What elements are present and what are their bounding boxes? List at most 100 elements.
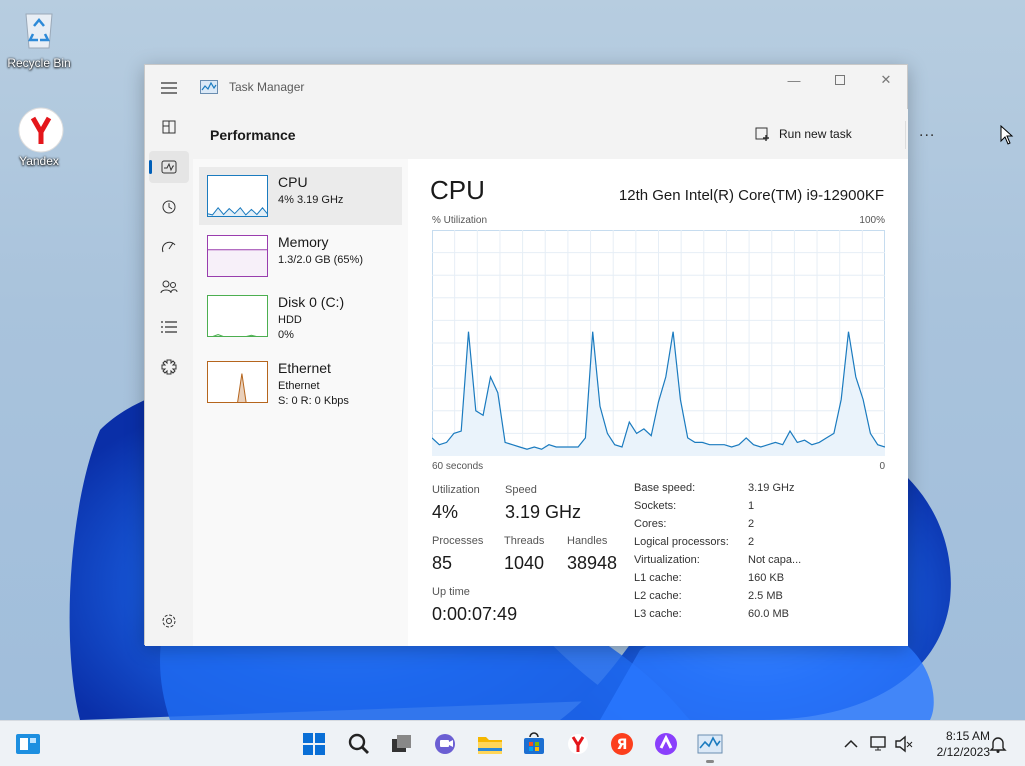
nav-startup-apps[interactable] (149, 231, 189, 263)
desktop-icon-recycle-bin[interactable]: Recycle Bin (0, 8, 78, 70)
spec-value: 3.19 GHz (748, 482, 795, 494)
header-divider (905, 121, 906, 149)
widgets-button[interactable] (15, 731, 41, 757)
perf-item-name: Memory (278, 234, 329, 250)
perf-item-cpu[interactable]: CPU 4% 3.19 GHz (199, 167, 402, 225)
processes-icon (162, 120, 176, 134)
close-button[interactable]: ✕ (863, 65, 909, 95)
perf-item-memory[interactable]: Memory 1.3/2.0 GB (65%) (199, 227, 402, 285)
cpu-thumbnail-graph (207, 175, 268, 217)
cpu-utilization-graph (432, 230, 885, 456)
volume-tray-button[interactable] (891, 731, 917, 757)
alice-button[interactable] (653, 731, 679, 757)
nav-processes[interactable] (149, 111, 189, 143)
teams-chat-icon (435, 734, 455, 754)
spec-value: 1 (748, 500, 755, 512)
search-button[interactable] (346, 731, 372, 757)
network-icon (870, 736, 886, 751)
alice-icon (655, 733, 677, 755)
yandex-browser-icon (17, 106, 64, 153)
handles-label: Handles (567, 535, 608, 547)
notification-bell-icon (989, 737, 1007, 753)
details-icon (161, 321, 177, 333)
task-view-button[interactable] (389, 731, 415, 757)
show-hidden-icons-button[interactable] (838, 731, 864, 757)
startup-apps-icon (161, 241, 176, 253)
spec-value: 2 (748, 518, 755, 530)
spec-key: Cores: (634, 518, 667, 530)
run-new-task-button[interactable]: Run new task (749, 124, 858, 144)
task-manager-icon (697, 734, 723, 754)
minimize-icon: — (787, 72, 801, 88)
perf-item-detail: S: 0 R: 0 Kbps (278, 395, 349, 407)
processes-value: 85 (432, 553, 453, 573)
disk-thumbnail-graph (207, 295, 268, 337)
spec-value: 2 (748, 536, 755, 548)
store-icon (524, 732, 544, 754)
thumb-frame (207, 361, 268, 403)
recycle-bin-icon (17, 8, 61, 52)
spec-key: L3 cache: (634, 608, 682, 620)
y-axis-max-label: 100% (859, 215, 885, 226)
yandex-button[interactable]: Я (609, 731, 635, 757)
store-button[interactable] (521, 731, 547, 757)
spec-value: 160 KB (748, 572, 785, 584)
task-manager-taskbar-button[interactable] (697, 731, 723, 757)
x-axis-left-label: 60 seconds (432, 461, 484, 472)
yandex-icon: Я (611, 733, 633, 755)
network-tray-button[interactable] (866, 731, 892, 757)
perf-item-disk[interactable]: Disk 0 (C:) HDD 0% (199, 287, 402, 345)
nav-performance[interactable] (149, 151, 189, 183)
nav-users[interactable] (149, 271, 189, 303)
start-icon (303, 733, 325, 755)
notifications-button[interactable] (985, 731, 1011, 757)
close-icon: ✕ (880, 72, 892, 87)
perf-item-name: Ethernet (278, 360, 331, 376)
perf-item-detail: 4% 3.19 GHz (278, 194, 344, 206)
maximize-button[interactable] (817, 65, 863, 95)
cpu-heading: CPU (430, 175, 485, 205)
task-view-icon (392, 735, 411, 752)
nav-details[interactable] (149, 311, 189, 343)
speed-label: Speed (505, 484, 537, 496)
task-manager-app-icon (200, 80, 218, 94)
nav-services[interactable] (149, 351, 189, 383)
minimize-button[interactable]: — (771, 65, 817, 95)
perf-item-ethernet[interactable]: Ethernet Ethernet S: 0 R: 0 Kbps (199, 353, 402, 411)
active-app-indicator (706, 760, 714, 763)
threads-value: 1040 (504, 553, 545, 573)
uptime-label: Up time (432, 586, 470, 598)
yandex-browser-button[interactable] (565, 731, 591, 757)
more-options-button[interactable]: ... (919, 123, 935, 141)
title-bar[interactable]: Task Manager — ✕ (145, 65, 907, 109)
nav-app-history[interactable] (149, 191, 189, 223)
threads-label: Threads (504, 535, 545, 547)
ethernet-thumbnail-graph (207, 361, 268, 403)
services-icon (161, 359, 177, 375)
clock[interactable]: 8:15 AM 2/12/2023 (920, 728, 990, 760)
perf-item-name: CPU (278, 174, 308, 190)
nav-menu-button[interactable] (149, 72, 189, 104)
cpu-model-name: 12th Gen Intel(R) Core(TM) i9-12900KF (618, 187, 884, 204)
page-header: Performance Run new task ... (193, 109, 934, 159)
chat-button[interactable] (433, 731, 459, 757)
perf-item-detail: HDD (278, 314, 302, 326)
perf-item-detail: 0% (278, 329, 294, 341)
clock-date: 2/12/2023 (936, 745, 990, 759)
run-new-task-icon (755, 127, 769, 141)
taskbar: Я 8:15 AM 2/12/2023 (0, 720, 1025, 766)
spec-key: Base speed: (634, 482, 696, 494)
desktop-icon-yandex[interactable]: Yandex (0, 106, 78, 168)
mouse-cursor-icon (1000, 125, 1014, 145)
spec-key: Logical processors: (634, 536, 729, 548)
clock-time: 8:15 AM (945, 729, 990, 743)
nav-settings[interactable] (149, 605, 189, 637)
file-explorer-button[interactable] (477, 731, 503, 757)
settings-icon (162, 614, 176, 628)
svg-text:Я: Я (617, 737, 628, 753)
cpu-detail-pane: CPU 12th Gen Intel(R) Core(TM) i9-12900K… (408, 159, 908, 646)
start-button[interactable] (301, 731, 327, 757)
task-manager-window: Task Manager — ✕ Performance Run new tas… (144, 64, 934, 646)
utilization-value: 4% (432, 502, 459, 522)
perf-item-name: Disk 0 (C:) (278, 294, 345, 310)
